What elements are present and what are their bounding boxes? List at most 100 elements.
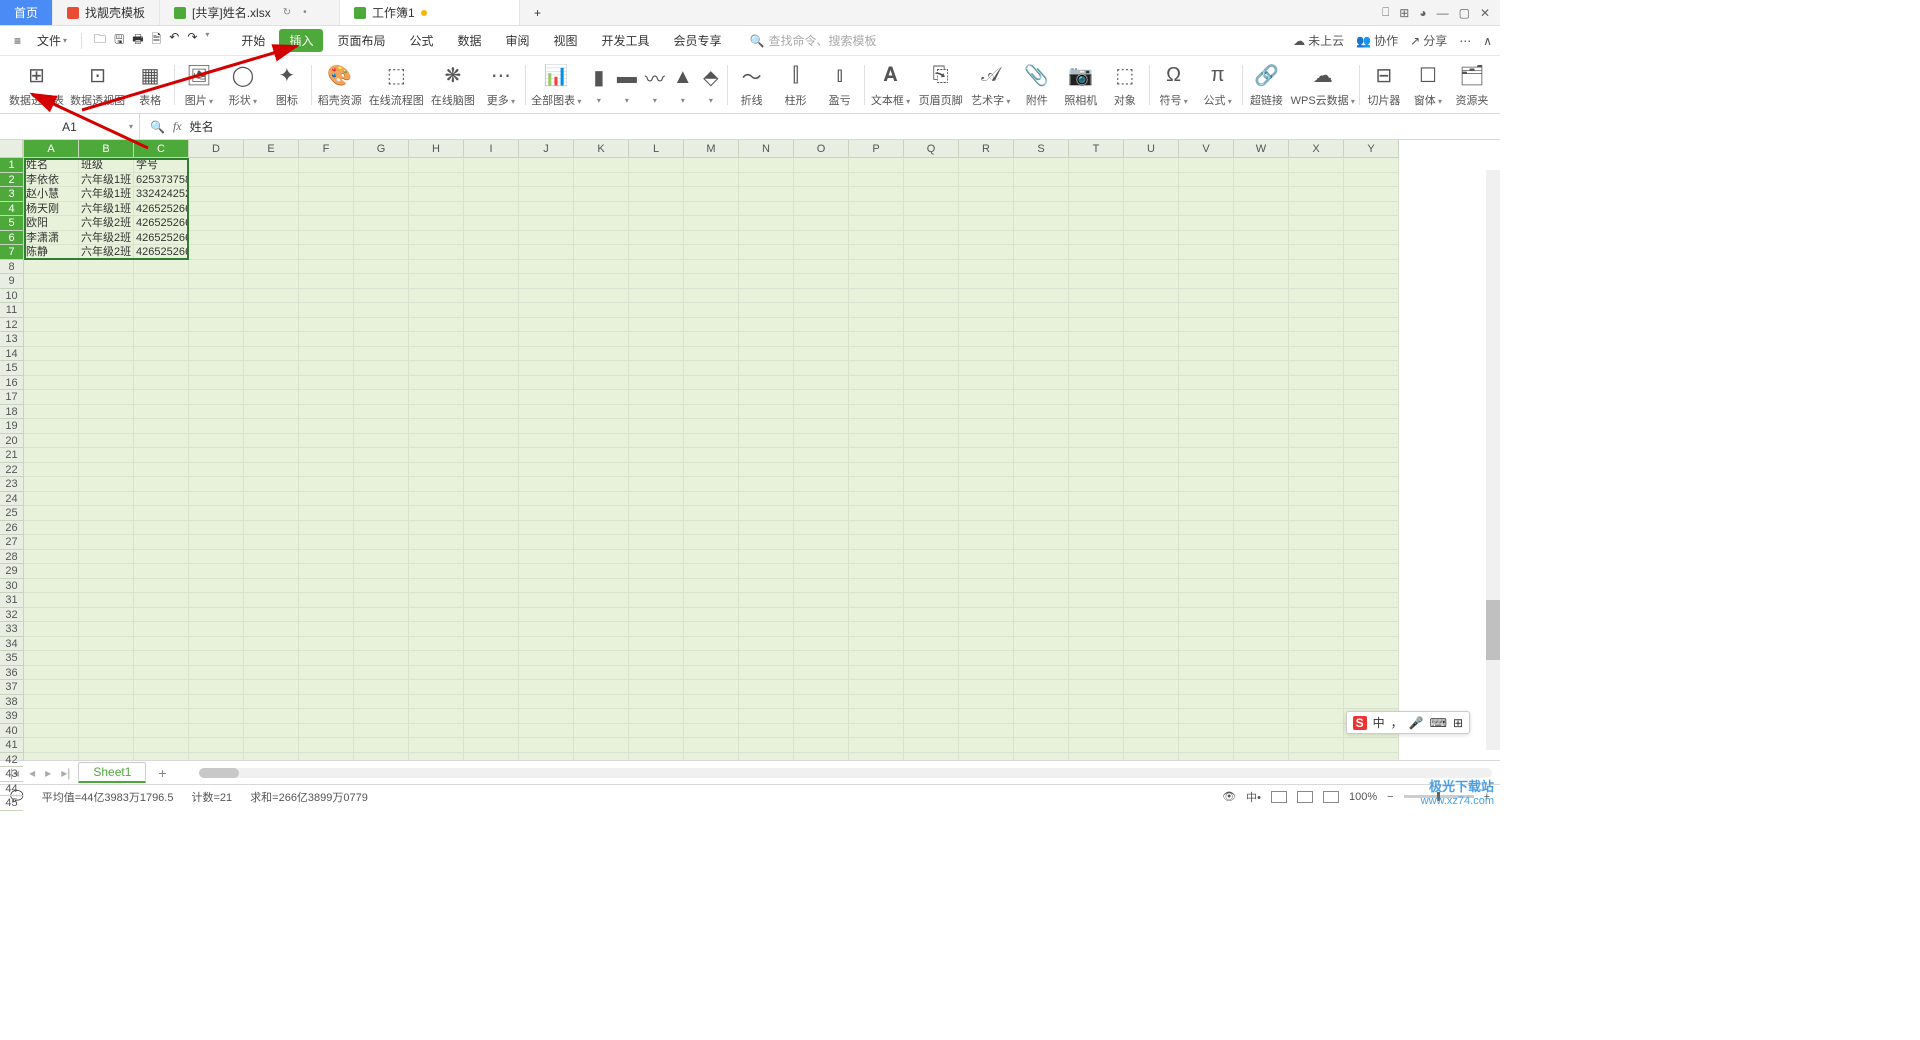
cell[interactable] [409,579,464,594]
cell[interactable]: 3324242526 [134,187,189,202]
cell[interactable] [849,274,904,289]
cell[interactable] [1014,347,1069,362]
cell[interactable] [1014,361,1069,376]
col-header-Q[interactable]: Q [904,140,959,158]
cell[interactable] [1234,274,1289,289]
cell[interactable] [244,637,299,652]
row-header-40[interactable]: 40 [0,724,23,739]
cell[interactable] [189,637,244,652]
cell[interactable] [574,202,629,217]
cell[interactable] [1124,622,1179,637]
cell[interactable] [1124,216,1179,231]
cell[interactable] [134,492,189,507]
cell[interactable] [794,202,849,217]
cell[interactable] [849,506,904,521]
view-page-icon[interactable] [1297,791,1313,803]
cell[interactable] [1344,434,1399,449]
menu-hamburger[interactable]: ≡ [8,34,27,48]
cell[interactable] [1234,376,1289,391]
cell[interactable] [739,564,794,579]
cell[interactable] [409,245,464,260]
cell[interactable] [24,463,79,478]
cell[interactable] [519,419,574,434]
cell[interactable] [574,289,629,304]
ribbon-table[interactable]: ▦表格 [128,56,172,113]
cell[interactable] [684,245,739,260]
cell[interactable] [134,274,189,289]
ribbon-wordart[interactable]: 𝒜艺术字 [967,56,1015,113]
cell[interactable] [409,680,464,695]
cell[interactable] [79,274,134,289]
cell[interactable] [354,651,409,666]
cell[interactable] [79,622,134,637]
cell[interactable] [519,680,574,695]
cell[interactable] [1344,753,1399,761]
cell[interactable] [574,347,629,362]
cell[interactable] [1344,695,1399,710]
cell[interactable] [1014,550,1069,565]
cell[interactable] [684,753,739,761]
cell[interactable] [1069,637,1124,652]
cell[interactable] [299,738,354,753]
cell[interactable] [629,579,684,594]
cell[interactable] [1069,187,1124,202]
cell[interactable] [409,622,464,637]
cell[interactable] [1234,303,1289,318]
cell[interactable] [24,318,79,333]
cell[interactable] [79,260,134,275]
cell[interactable] [1289,216,1344,231]
cell[interactable] [739,695,794,710]
cell[interactable] [794,593,849,608]
col-header-U[interactable]: U [1124,140,1179,158]
cell[interactable] [1344,622,1399,637]
cell[interactable] [464,202,519,217]
row-header-26[interactable]: 26 [0,521,23,536]
cell[interactable] [409,158,464,173]
cell[interactable] [354,260,409,275]
cell[interactable] [1344,477,1399,492]
cell[interactable] [1234,216,1289,231]
ribbon-equation[interactable]: π公式 [1196,56,1240,113]
cell[interactable] [959,724,1014,739]
cell[interactable]: 六年级2班 [79,245,134,260]
cell[interactable] [1014,695,1069,710]
cell[interactable] [299,202,354,217]
ime-kb-icon[interactable]: ⌨ [1430,716,1447,730]
ribbon-tab-数据[interactable]: 数据 [447,29,491,52]
cell[interactable] [1344,332,1399,347]
ribbon-tab-视图[interactable]: 视图 [544,29,588,52]
cell[interactable] [1014,724,1069,739]
cell[interactable] [1069,564,1124,579]
cell[interactable] [959,187,1014,202]
cell[interactable] [1179,564,1234,579]
cell[interactable] [1344,347,1399,362]
col-header-D[interactable]: D [189,140,244,158]
cell[interactable] [684,231,739,246]
cell[interactable] [354,608,409,623]
cell[interactable] [134,332,189,347]
cell[interactable] [1014,651,1069,666]
cell[interactable] [904,709,959,724]
cell[interactable] [1069,216,1124,231]
cell[interactable] [299,753,354,761]
cell[interactable] [1179,158,1234,173]
cell[interactable] [409,608,464,623]
cell[interactable] [519,709,574,724]
formula-value[interactable]: 姓名 [190,118,214,135]
cell[interactable] [904,492,959,507]
cell[interactable] [1344,303,1399,318]
cell[interactable] [464,477,519,492]
open-icon[interactable]: 🗀 [94,30,106,51]
cell[interactable] [1124,347,1179,362]
cell[interactable] [574,318,629,333]
col-header-Y[interactable]: Y [1344,140,1399,158]
cell[interactable] [464,216,519,231]
cell[interactable] [134,579,189,594]
row-header-25[interactable]: 25 [0,506,23,521]
ribbon-line-chart[interactable]: 〰 [641,56,669,113]
cell[interactable] [1124,550,1179,565]
cell[interactable] [574,651,629,666]
cell[interactable] [684,738,739,753]
command-search[interactable]: 🔍 查找命令、搜索模板 [750,32,877,49]
cell[interactable] [464,608,519,623]
